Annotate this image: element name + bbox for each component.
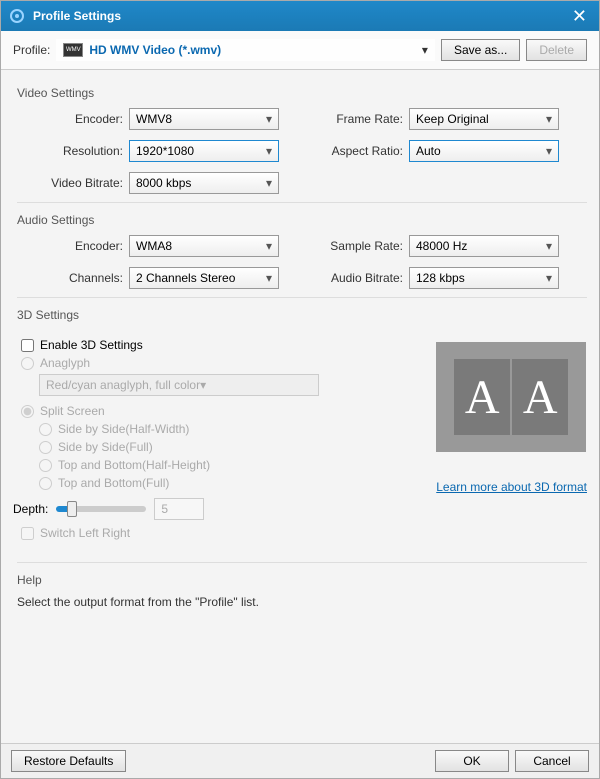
3d-section: Enable 3D Settings Anaglyph Red/cyan ana…: [13, 334, 587, 544]
channels-label: Channels:: [17, 271, 129, 285]
video-bitrate-label: Video Bitrate:: [17, 176, 129, 190]
audio-bitrate-select[interactable]: 128 kbps▾: [409, 267, 559, 289]
enable-3d-checkbox[interactable]: Enable 3D Settings: [21, 338, 424, 352]
tab-full-radio: Top and Bottom(Full): [39, 476, 424, 490]
aspect-ratio-label: Aspect Ratio:: [309, 144, 409, 158]
anaglyph-input: [21, 357, 34, 370]
chevron-down-icon: ▾: [546, 239, 552, 253]
slider-thumb[interactable]: [67, 501, 77, 517]
enable-3d-input[interactable]: [21, 339, 34, 352]
save-as-button[interactable]: Save as...: [441, 39, 520, 61]
sample-rate-label: Sample Rate:: [309, 239, 409, 253]
video-encoder-label: Encoder:: [17, 112, 129, 126]
preview-right: A: [512, 359, 568, 435]
profile-select[interactable]: WMV HD WMV Video (*.wmv) ▾: [56, 39, 435, 61]
chevron-down-icon: ▾: [546, 112, 552, 126]
depth-spinner: 5: [154, 498, 204, 520]
split-screen-radio: Split Screen: [21, 404, 424, 418]
window-title: Profile Settings: [33, 9, 568, 23]
audio-bitrate-label: Audio Bitrate:: [309, 271, 409, 285]
depth-slider[interactable]: [56, 506, 146, 512]
chevron-down-icon: ▾: [546, 144, 552, 158]
help-text: Select the output format from the "Profi…: [17, 595, 583, 609]
restore-defaults-button[interactable]: Restore Defaults: [11, 750, 126, 772]
main-panel: Video Settings Encoder: WMV8▾ Frame Rate…: [1, 70, 599, 743]
tab-half-radio: Top and Bottom(Half-Height): [39, 458, 424, 472]
preview-left: A: [454, 359, 510, 435]
aspect-ratio-select[interactable]: Auto▾: [409, 140, 559, 162]
video-bitrate-select[interactable]: 8000 kbps▾: [129, 172, 279, 194]
cancel-button[interactable]: Cancel: [515, 750, 589, 772]
video-encoder-select[interactable]: WMV8▾: [129, 108, 279, 130]
footer: Restore Defaults OK Cancel: [1, 743, 599, 778]
video-settings-heading: Video Settings: [17, 86, 587, 100]
chevron-down-icon: ▾: [546, 271, 552, 285]
help-heading: Help: [17, 562, 587, 587]
app-icon: [9, 8, 25, 24]
wmv-icon: WMV: [63, 43, 83, 57]
3d-preview: A A: [436, 342, 586, 452]
chevron-down-icon: ▾: [266, 271, 272, 285]
delete-button: Delete: [526, 39, 587, 61]
switch-lr-checkbox: Switch Left Right: [21, 526, 424, 540]
split-screen-input: [21, 405, 34, 418]
frame-rate-select[interactable]: Keep Original▾: [409, 108, 559, 130]
learn-more-link[interactable]: Learn more about 3D format: [436, 480, 587, 494]
anaglyph-mode-select: Red/cyan anaglyph, full color ▾: [39, 374, 319, 396]
sbs-half-radio: Side by Side(Half-Width): [39, 422, 424, 436]
close-icon[interactable]: ✕: [568, 6, 591, 27]
chevron-down-icon: ▾: [266, 144, 272, 158]
profile-label: Profile:: [13, 43, 50, 57]
depth-row: Depth: 5: [13, 498, 424, 520]
sbs-full-radio: Side by Side(Full): [39, 440, 424, 454]
3d-settings-heading: 3D Settings: [17, 297, 587, 322]
chevron-down-icon: ▾: [266, 176, 272, 190]
audio-grid: Encoder: WMA8▾ Sample Rate: 48000 Hz▾ Ch…: [17, 235, 587, 289]
frame-rate-label: Frame Rate:: [309, 112, 409, 126]
ok-button[interactable]: OK: [435, 750, 509, 772]
audio-encoder-label: Encoder:: [17, 239, 129, 253]
anaglyph-radio: Anaglyph: [21, 356, 424, 370]
switch-lr-input: [21, 527, 34, 540]
channels-select[interactable]: 2 Channels Stereo▾: [129, 267, 279, 289]
chevron-down-icon: ▾: [266, 112, 272, 126]
sample-rate-select[interactable]: 48000 Hz▾: [409, 235, 559, 257]
profile-value: HD WMV Video (*.wmv): [89, 43, 422, 57]
video-grid: Encoder: WMV8▾ Frame Rate: Keep Original…: [17, 108, 587, 194]
audio-settings-heading: Audio Settings: [17, 202, 587, 227]
resolution-select[interactable]: 1920*1080▾: [129, 140, 279, 162]
chevron-down-icon: ▾: [200, 378, 206, 392]
help-section: Help Select the output format from the "…: [13, 562, 587, 609]
audio-encoder-select[interactable]: WMA8▾: [129, 235, 279, 257]
profile-row: Profile: WMV HD WMV Video (*.wmv) ▾ Save…: [1, 31, 599, 70]
depth-label: Depth:: [13, 502, 48, 516]
titlebar: Profile Settings ✕: [1, 1, 599, 31]
resolution-label: Resolution:: [17, 144, 129, 158]
chevron-down-icon: ▾: [266, 239, 272, 253]
chevron-down-icon: ▾: [422, 43, 428, 57]
